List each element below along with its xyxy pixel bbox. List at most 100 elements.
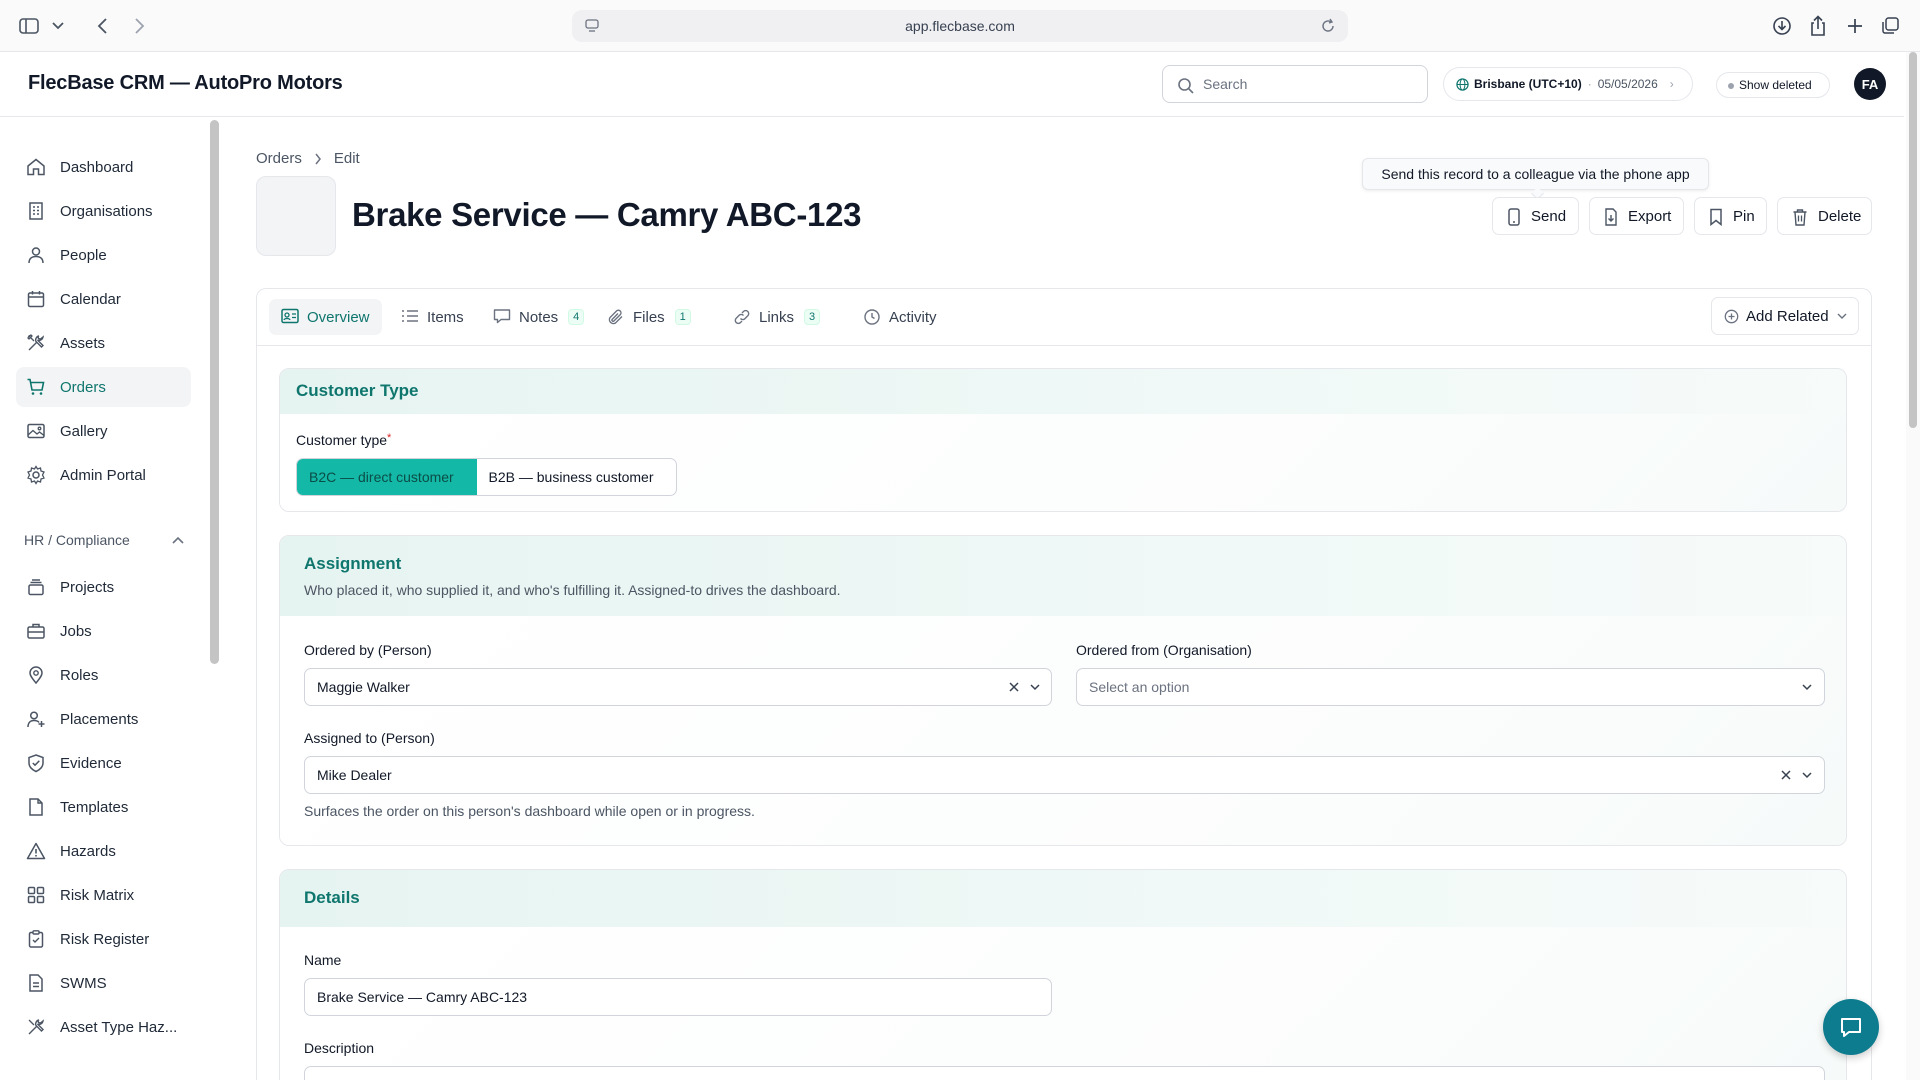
- chevron-down-icon[interactable]: [1801, 769, 1813, 781]
- ordered-from-label: Ordered from (Organisation): [1076, 642, 1252, 658]
- scrollbar-thumb[interactable]: [1909, 52, 1917, 428]
- search-input[interactable]: Search: [1162, 65, 1428, 103]
- sidebar-item-evidence[interactable]: Evidence: [16, 743, 191, 783]
- sidebar-item-templates[interactable]: Templates: [16, 787, 191, 827]
- share-icon[interactable]: [1806, 12, 1830, 40]
- sidebar-item-projects[interactable]: Projects: [16, 567, 191, 607]
- tabs-overview-icon[interactable]: [1878, 12, 1902, 40]
- download-icon[interactable]: [1770, 12, 1794, 40]
- sidebar-item-swms[interactable]: SWMS: [16, 963, 191, 1003]
- sidebar-section-hr-compliance[interactable]: HR / Compliance: [24, 532, 184, 548]
- address-bar[interactable]: app.flecbase.com: [572, 10, 1348, 42]
- sidebar-item-dashboard[interactable]: Dashboard: [16, 147, 191, 187]
- sidebar-item-roles[interactable]: Roles: [16, 655, 191, 695]
- breadcrumb-orders[interactable]: Orders: [256, 150, 302, 167]
- chevron-down-icon[interactable]: [1029, 681, 1041, 693]
- export-button[interactable]: Export: [1589, 197, 1684, 235]
- sidebar-item-organisations[interactable]: Organisations: [16, 191, 191, 231]
- record-image-placeholder[interactable]: [256, 176, 336, 256]
- sidebar-item-placements[interactable]: Placements: [16, 699, 191, 739]
- ordered-from-select[interactable]: Select an option: [1076, 668, 1825, 706]
- tab-count-badge: 4: [568, 309, 585, 325]
- back-icon[interactable]: [92, 12, 114, 40]
- page-settings-icon[interactable]: [584, 18, 600, 37]
- chevron-down-icon[interactable]: [1801, 681, 1813, 693]
- sidebar-item-risk-matrix[interactable]: Risk Matrix: [16, 875, 191, 915]
- sidebar-item-label: Risk Matrix: [60, 886, 135, 904]
- tab-activity[interactable]: Activity: [851, 299, 949, 335]
- sidebar-item-label: Jobs: [60, 622, 92, 640]
- tab-notes[interactable]: Notes 4: [481, 299, 596, 335]
- option-b2b[interactable]: B2B — business customer: [477, 459, 676, 495]
- chat-button[interactable]: [1823, 999, 1879, 1055]
- add-related-button[interactable]: Add Related: [1711, 297, 1859, 335]
- tab-links[interactable]: Links 3: [721, 299, 832, 335]
- sidebar-toggle-icon[interactable]: [16, 12, 42, 40]
- sidebar-item-calendar[interactable]: Calendar: [16, 279, 191, 319]
- sidebar-item-admin-portal[interactable]: Admin Portal: [16, 455, 191, 495]
- sidebar-item-label: Risk Register: [60, 930, 150, 948]
- tab-label: Items: [427, 308, 464, 326]
- pin-button[interactable]: Pin: [1694, 197, 1767, 235]
- description-input[interactable]: [304, 1066, 1825, 1080]
- briefcase-icon: [27, 623, 45, 639]
- tab-label: Overview: [307, 308, 370, 326]
- ordered-by-label: Ordered by (Person): [304, 642, 432, 658]
- tab-label: Activity: [889, 308, 937, 326]
- sidebar-item-label: Hazards: [60, 842, 116, 860]
- sidebar-item-orders[interactable]: Orders: [16, 367, 191, 407]
- id-card-icon: [281, 308, 299, 324]
- clear-icon[interactable]: [1007, 680, 1021, 694]
- grid-icon: [27, 886, 45, 904]
- new-tab-icon[interactable]: [1843, 12, 1867, 40]
- clear-icon[interactable]: [1779, 768, 1793, 782]
- required-mark: *: [387, 432, 392, 444]
- description-label: Description: [304, 1040, 375, 1056]
- ordered-by-select[interactable]: Maggie Walker: [304, 668, 1052, 706]
- chevron-up-icon[interactable]: [172, 536, 184, 544]
- show-deleted-toggle[interactable]: Show deleted: [1716, 72, 1830, 98]
- calendar-icon: [27, 291, 45, 308]
- export-file-icon: [1605, 208, 1617, 226]
- tab-overview[interactable]: Overview: [269, 299, 382, 335]
- send-button[interactable]: Send: [1492, 197, 1579, 235]
- tab-items[interactable]: Items: [389, 299, 476, 335]
- sidebar-item-label: Admin Portal: [60, 466, 146, 484]
- page-scrollbar[interactable]: [1906, 52, 1920, 1080]
- option-b2c[interactable]: B2C — direct customer: [297, 459, 477, 495]
- assigned-to-select[interactable]: Mike Dealer: [304, 756, 1825, 794]
- delete-button[interactable]: Delete: [1777, 197, 1872, 235]
- sidebar-item-hazards[interactable]: Hazards: [16, 831, 191, 871]
- section-assignment: Assignment Who placed it, who supplied i…: [279, 535, 1847, 846]
- sidebar-item-label: Calendar: [60, 290, 121, 308]
- sidebar-item-gallery[interactable]: Gallery: [16, 411, 191, 451]
- sidebar-item-label: Evidence: [60, 754, 122, 772]
- plus-circle-icon: [1724, 309, 1739, 324]
- sidebar-item-jobs[interactable]: Jobs: [16, 611, 191, 651]
- name-input[interactable]: Brake Service — Camry ABC-123: [304, 978, 1052, 1016]
- sidebar-item-assets[interactable]: Assets: [16, 323, 191, 363]
- tools-icon: [28, 1019, 45, 1035]
- section-subtitle: Who placed it, who supplied it, and who'…: [304, 582, 841, 598]
- send-tooltip: Send this record to a colleague via the …: [1362, 158, 1709, 190]
- tab-count-badge: 3: [804, 309, 821, 325]
- tab-files[interactable]: Files 1: [595, 299, 703, 335]
- section-customer-type: Customer Type Customer type* B2C — direc…: [279, 368, 1847, 512]
- reload-icon[interactable]: [1320, 18, 1336, 37]
- shield-check-icon: [28, 754, 44, 773]
- timezone-selector[interactable]: Brisbane (UTC+10) · 05/05/2026 ›: [1443, 67, 1693, 101]
- sidebar-item-label: Templates: [60, 798, 129, 816]
- sidebar-scrollbar[interactable]: [210, 120, 219, 664]
- forward-icon[interactable]: [128, 12, 150, 40]
- stack-icon: [28, 579, 44, 596]
- sidebar-item-risk-register[interactable]: Risk Register: [16, 919, 191, 959]
- avatar[interactable]: FA: [1854, 68, 1886, 100]
- clock-icon: [864, 309, 880, 325]
- sidebar-item-label: Assets: [60, 334, 106, 352]
- pin-label: Pin: [1733, 207, 1755, 225]
- chevron-down-icon[interactable]: [48, 12, 68, 40]
- sidebar-item-people[interactable]: People: [16, 235, 191, 275]
- app-brand[interactable]: FlecBase CRM — AutoPro Motors: [28, 72, 343, 95]
- sidebar-item-asset-type-hazards[interactable]: Asset Type Haz...: [16, 1007, 191, 1047]
- paperclip-icon: [608, 309, 623, 325]
